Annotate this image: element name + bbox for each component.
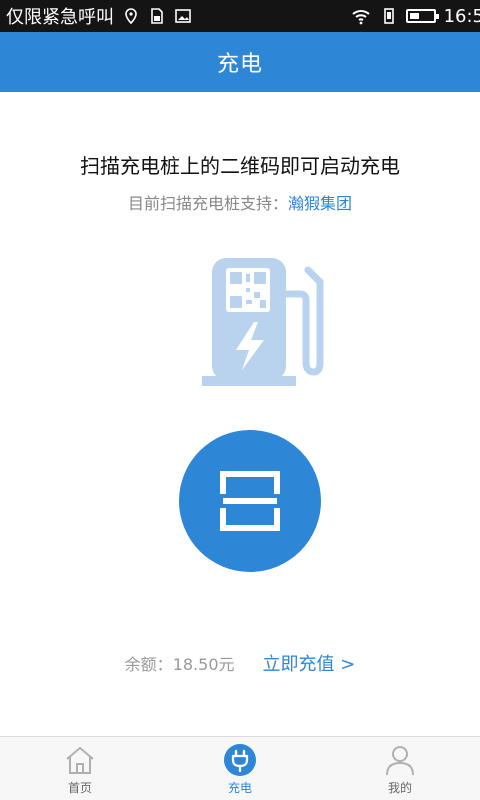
tab-charge-label: 充电: [227, 781, 252, 795]
tab-home[interactable]: 首页: [0, 737, 160, 800]
balance-row: 余额： 18.50元 立即充值 >: [0, 650, 480, 676]
balance-value: 18.50元: [172, 655, 235, 674]
status-bar: 仅限紧急呼叫 16:5: [0, 0, 480, 32]
station-hose: [286, 290, 324, 376]
tab-charge[interactable]: 充电: [160, 737, 320, 800]
tab-profile-label: 我的: [387, 781, 412, 795]
charging-station-illustration: [202, 258, 324, 386]
wifi-icon: [351, 10, 370, 25]
vibrate-icon: [383, 8, 394, 24]
support-prefix: 目前扫描充电桩支持：: [127, 194, 288, 213]
carrier-text: 仅限紧急呼叫: [6, 7, 114, 28]
scan-instruction: 扫描充电桩上的二维码即可启动充电: [80, 154, 400, 178]
main-content: 扫描充电桩上的二维码即可启动充电 目前扫描充电桩支持：瀚猳集团 余额： 18.5…: [0, 92, 480, 736]
station-nozzle: [304, 266, 324, 300]
support-line: 目前扫描充电桩支持：瀚猳集团: [0, 190, 480, 214]
user-icon: [386, 746, 414, 776]
support-company-link[interactable]: 瀚猳集团: [288, 194, 352, 213]
recharge-link[interactable]: 立即充值 >: [263, 650, 356, 676]
status-time: 16:5: [443, 5, 480, 27]
scan-button[interactable]: [179, 430, 321, 572]
status-right: 16:5: [350, 6, 480, 27]
status-left: 仅限紧急呼叫: [6, 3, 192, 29]
battery-level: [409, 13, 419, 19]
scan-icon: [220, 471, 280, 531]
page-title: 充电: [216, 52, 263, 77]
tab-home-label: 首页: [67, 781, 92, 795]
balance-label: 余额：: [124, 655, 173, 674]
sim-icon: [151, 8, 163, 24]
battery-icon: [405, 9, 439, 23]
bottom-tab-bar: 首页 充电 我的: [0, 736, 480, 800]
charge-plug-icon: [224, 744, 256, 776]
tab-profile[interactable]: 我的: [320, 737, 480, 800]
home-icon: [66, 746, 94, 774]
app-header: 充电: [0, 32, 480, 92]
location-icon: [125, 8, 137, 25]
image-icon: [175, 9, 191, 23]
